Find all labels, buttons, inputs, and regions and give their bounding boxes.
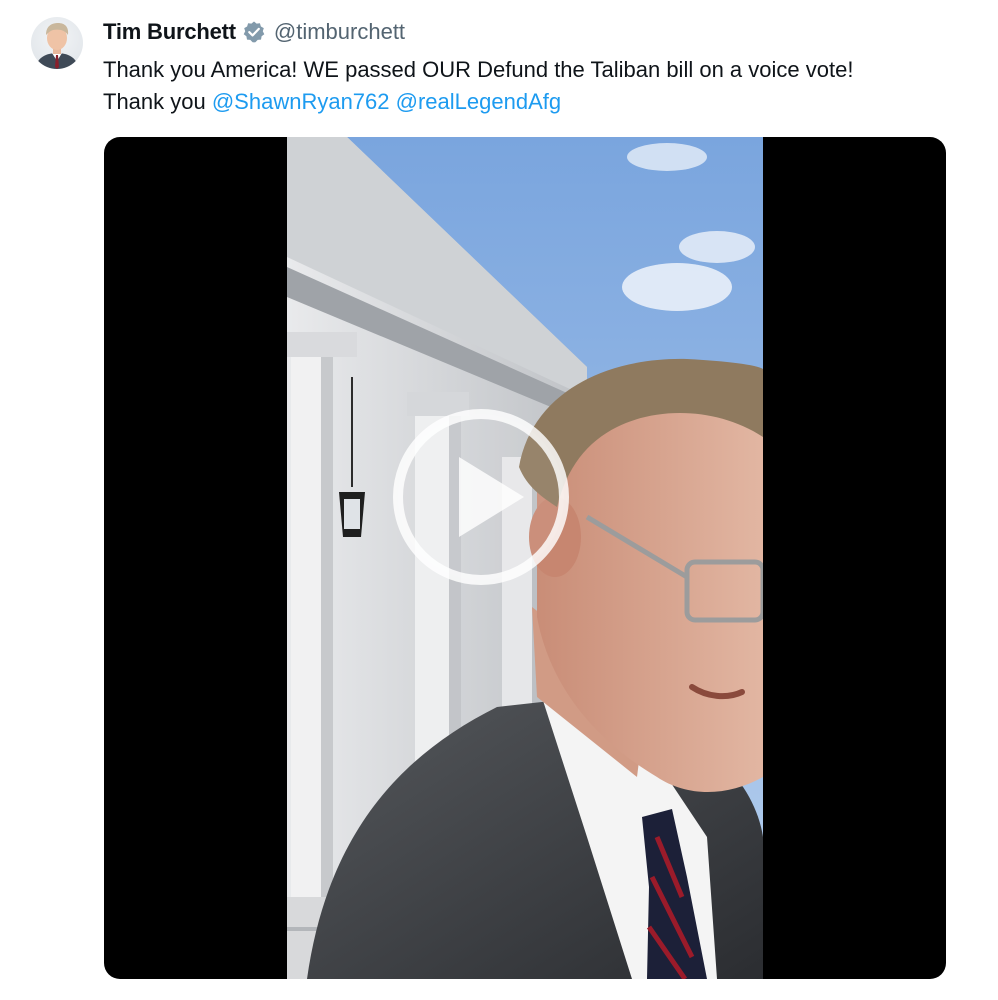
tweet-text-prefix: Thank you bbox=[103, 89, 212, 114]
video-player[interactable] bbox=[104, 137, 946, 979]
mention-link[interactable]: @realLegendAfg bbox=[396, 89, 561, 114]
tweet-text-line-2: Thank you @ShawnRyan762 @realLegendAfg bbox=[103, 86, 983, 118]
avatar[interactable] bbox=[31, 17, 83, 69]
tweet: Tim Burchett @timburchett Thank you Amer… bbox=[0, 0, 998, 1000]
author-handle[interactable]: @timburchett bbox=[274, 19, 405, 45]
tweet-text-line-1: Thank you America! WE passed OUR Defund … bbox=[103, 57, 854, 82]
tweet-text: Thank you America! WE passed OUR Defund … bbox=[103, 54, 983, 118]
play-icon[interactable] bbox=[389, 405, 573, 589]
verified-badge-icon[interactable] bbox=[242, 20, 266, 44]
avatar-image bbox=[35, 23, 79, 69]
mention-link[interactable]: @ShawnRyan762 bbox=[212, 89, 390, 114]
tweet-header: Tim Burchett @timburchett bbox=[103, 16, 405, 48]
author-name[interactable]: Tim Burchett bbox=[103, 19, 236, 45]
